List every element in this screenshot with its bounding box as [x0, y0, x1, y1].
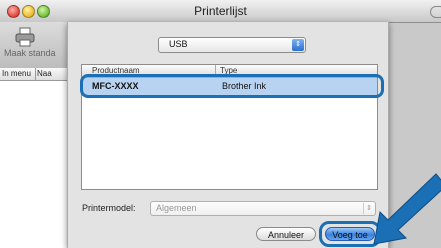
select-arrows-icon: ⇕	[292, 39, 304, 51]
toolbar-toggle-button[interactable]	[430, 6, 441, 18]
column-in-menu[interactable]: In menu	[2, 69, 31, 78]
printer-model-select[interactable]: Algemeen ⇕	[150, 201, 376, 216]
column-divider	[35, 68, 36, 80]
add-printer-sheet: USB ⇕ Productnaam Type MFC-XXXX Brother …	[67, 22, 389, 248]
back-printer-list	[0, 81, 72, 248]
printer-model-value: Algemeen	[156, 203, 197, 213]
connection-type-select[interactable]: USB ⇕	[158, 37, 306, 53]
make-default-label[interactable]: Maak standa	[4, 48, 56, 58]
back-list-header: In menu Naa	[0, 68, 72, 81]
connection-type-value: USB	[169, 39, 188, 49]
cancel-button[interactable]: Annuleer	[256, 227, 316, 241]
printer-browser-list: Productnaam Type MFC-XXXX Brother Ink	[80, 64, 384, 190]
toolbar	[0, 22, 72, 68]
pointing-arrow-icon	[373, 173, 441, 245]
window-title: Printerlijst	[194, 4, 247, 18]
printer-model-label: Printermodel:	[82, 203, 136, 213]
column-name[interactable]: Naa	[37, 69, 52, 78]
printer-icon[interactable]	[14, 27, 36, 47]
selection-highlight-outline	[80, 74, 384, 98]
